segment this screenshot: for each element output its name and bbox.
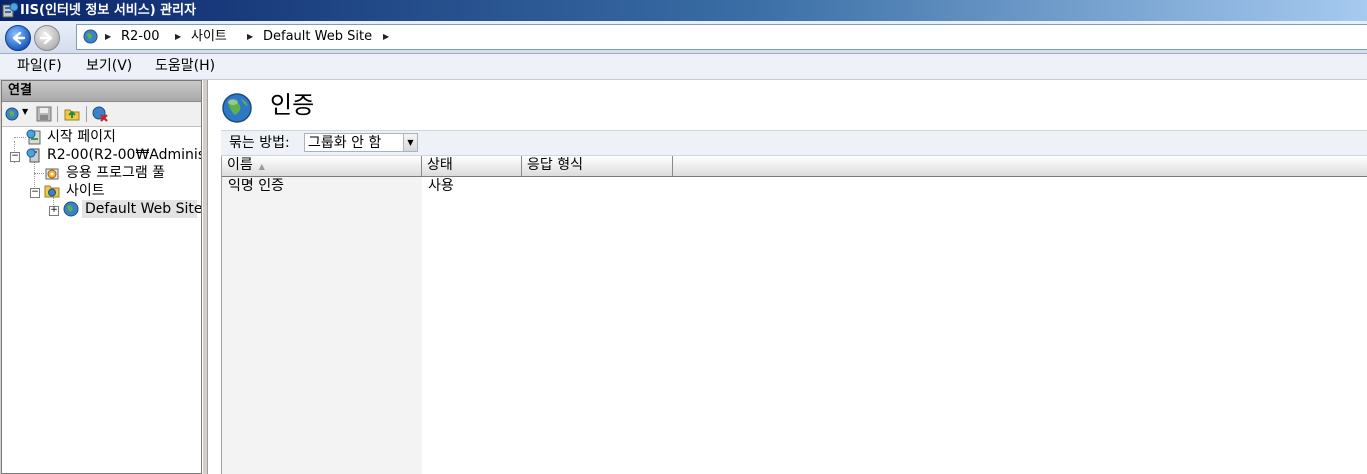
globe-icon bbox=[222, 93, 252, 123]
server-icon bbox=[26, 148, 40, 163]
table-row[interactable]: 익명 인증 사용 bbox=[222, 177, 1367, 196]
breadcrumb-separator-icon[interactable]: ▶ bbox=[105, 25, 111, 49]
column-header-status[interactable]: 상태 bbox=[422, 156, 522, 176]
name-column-background bbox=[222, 176, 422, 474]
column-header-response-type[interactable]: 응답 형식 bbox=[522, 156, 673, 176]
breadcrumb-separator-icon[interactable]: ▶ bbox=[383, 25, 389, 49]
column-header-name[interactable]: 이름 ▲ bbox=[222, 156, 422, 176]
menu-help[interactable]: 도움말(H) bbox=[152, 54, 218, 78]
save-icon[interactable] bbox=[36, 106, 52, 122]
back-arrow-icon bbox=[12, 31, 26, 45]
dropdown-arrow-icon[interactable]: ▼ bbox=[403, 134, 417, 151]
sort-ascending-icon: ▲ bbox=[258, 162, 265, 171]
title-bar: IIS(인터넷 정보 서비스) 관리자 bbox=[0, 0, 1367, 21]
tree-item-label: 사이트 bbox=[66, 183, 105, 199]
globe-icon bbox=[83, 29, 98, 44]
column-header-label: 이름 bbox=[227, 157, 253, 173]
group-by-label: 묶는 방법: bbox=[229, 135, 290, 151]
grid-header: 이름 ▲ 상태 응답 형식 bbox=[222, 156, 1367, 177]
column-header-label: 상태 bbox=[427, 157, 453, 173]
group-by-dropdown[interactable]: 그룹화 안 함 ▼ bbox=[304, 133, 418, 152]
start-page-icon bbox=[26, 129, 41, 145]
tree-item-default-web-site[interactable]: Default Web Site bbox=[63, 200, 201, 218]
row-name-cell: 익명 인증 bbox=[228, 178, 284, 194]
menu-file[interactable]: 파일(F) bbox=[14, 54, 65, 78]
row-status-cell: 사용 bbox=[428, 178, 454, 194]
feature-list-grid: 이름 ▲ 상태 응답 형식 익명 인증 사용 bbox=[221, 156, 1367, 474]
collapse-toggle-icon[interactable]: − bbox=[10, 152, 20, 162]
sites-folder-icon bbox=[44, 185, 60, 198]
group-by-bar: 묶는 방법: 그룹화 안 함 ▼ bbox=[221, 130, 1367, 156]
globe-icon bbox=[63, 201, 79, 217]
tree-line bbox=[34, 173, 44, 174]
connect-dropdown-arrow-icon[interactable]: ▼ bbox=[22, 107, 28, 116]
collapse-toggle-icon[interactable]: − bbox=[30, 188, 40, 198]
tree-item-label: 응용 프로그램 풀 bbox=[66, 165, 166, 181]
connect-icon[interactable] bbox=[5, 106, 21, 122]
window-title: IIS(인터넷 정보 서비스) 관리자 bbox=[20, 3, 197, 18]
forward-arrow-icon bbox=[39, 31, 53, 45]
address-bar[interactable]: ▶ R2-00 ▶ 사이트 ▶ Default Web Site ▶ bbox=[76, 24, 1367, 50]
column-header-label: 응답 형식 bbox=[527, 157, 583, 173]
tree-item-server[interactable]: R2-00(R2-00₩Administ bbox=[26, 146, 201, 164]
menu-bar: 파일(F) 보기(V) 도움말(H) bbox=[0, 54, 1367, 80]
breadcrumb-separator-icon[interactable]: ▶ bbox=[175, 25, 181, 49]
tree-item-label: Default Web Site bbox=[85, 201, 201, 217]
main-content-panel: 인증 묶는 방법: 그룹화 안 함 ▼ 이름 ▲ 상태 응답 형식 익명 인증 사… bbox=[208, 80, 1367, 474]
toolbar-separator bbox=[57, 106, 58, 122]
tree-item-sites[interactable]: 사이트 bbox=[44, 182, 194, 200]
navigation-bar: ▶ R2-00 ▶ 사이트 ▶ Default Web Site ▶ bbox=[0, 21, 1367, 54]
breadcrumb-separator-icon[interactable]: ▶ bbox=[247, 25, 253, 49]
toolbar-separator bbox=[86, 106, 87, 122]
forward-button[interactable] bbox=[34, 25, 60, 51]
connections-tree: 시작 페이지 − R2-00(R2-00₩Administ 응용 프로그램 풀 … bbox=[2, 127, 201, 467]
delete-connection-icon[interactable] bbox=[92, 106, 108, 122]
tree-item-label: 시작 페이지 bbox=[47, 129, 116, 145]
tree-item-start-page[interactable]: 시작 페이지 bbox=[26, 128, 196, 146]
breadcrumb-sites[interactable]: 사이트 bbox=[191, 25, 227, 49]
app-pool-icon bbox=[45, 168, 59, 180]
breadcrumb-default-web-site[interactable]: Default Web Site bbox=[263, 25, 372, 49]
connections-panel: 연결 ▼ 시작 페이지 − R2-00(R2-00₩Administ 응용 프로… bbox=[1, 80, 202, 474]
back-button[interactable] bbox=[5, 25, 31, 51]
breadcrumb-server[interactable]: R2-00 bbox=[121, 25, 160, 49]
tree-item-label: R2-00(R2-00₩Administ bbox=[47, 147, 201, 163]
up-folder-icon[interactable] bbox=[64, 106, 80, 122]
page-title: 인증 bbox=[270, 91, 315, 119]
menu-view[interactable]: 보기(V) bbox=[83, 54, 135, 78]
iis-app-icon bbox=[2, 2, 18, 18]
tree-item-app-pools[interactable]: 응용 프로그램 풀 bbox=[44, 164, 194, 182]
connections-header: 연결 bbox=[2, 81, 201, 102]
tree-line bbox=[14, 137, 26, 138]
expand-toggle-icon[interactable]: + bbox=[49, 206, 59, 216]
connections-toolbar: ▼ bbox=[2, 102, 201, 127]
group-by-value: 그룹화 안 함 bbox=[308, 135, 382, 151]
